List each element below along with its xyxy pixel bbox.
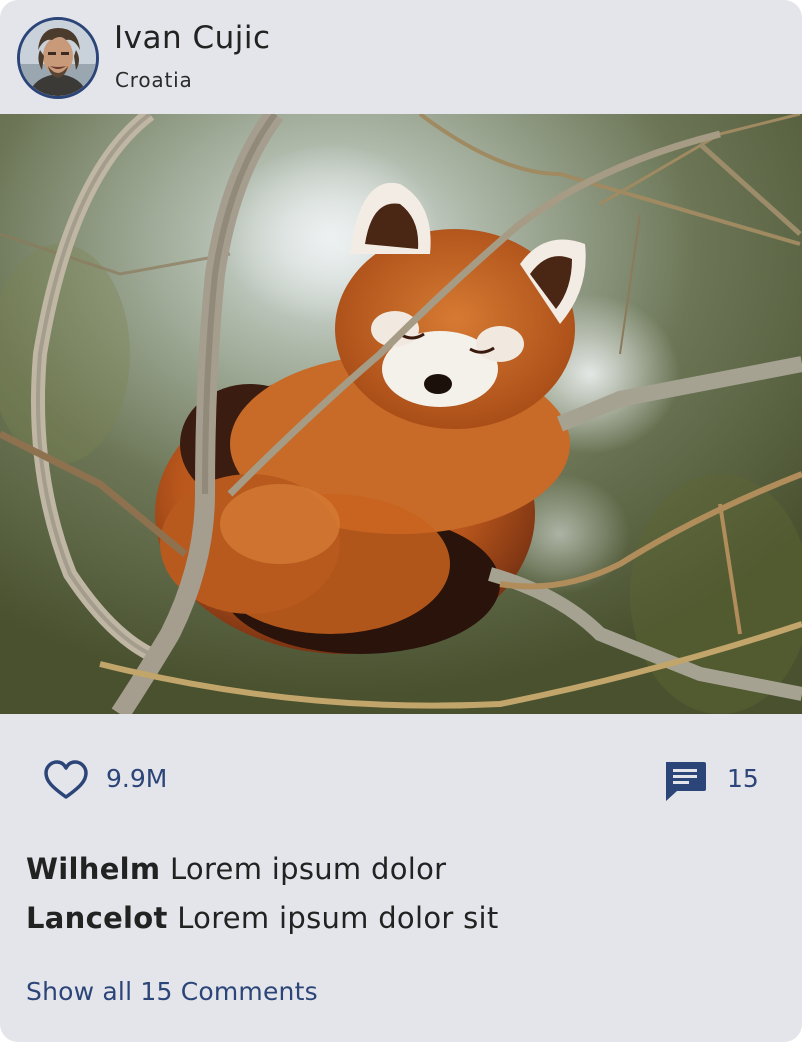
heart-icon — [44, 760, 88, 799]
red-panda-photo — [0, 108, 802, 720]
post-image[interactable] — [0, 108, 802, 720]
comment-item: Wilhelm Lorem ipsum dolor — [26, 852, 446, 886]
show-all-comments-link[interactable]: Show all 15 Comments — [26, 977, 318, 1006]
comment-text: Lorem ipsum dolor sit — [177, 901, 499, 935]
comment-count: 15 — [727, 764, 759, 793]
comment-text: Lorem ipsum dolor — [169, 852, 447, 886]
avatar-image — [20, 20, 96, 96]
like-count: 9.9M — [106, 764, 168, 793]
comment-button[interactable] — [661, 759, 709, 803]
like-button[interactable] — [42, 759, 90, 803]
comment-user[interactable]: Wilhelm — [26, 852, 160, 886]
author-name[interactable]: Ivan Cujic — [114, 20, 271, 56]
author-location: Croatia — [115, 68, 193, 92]
post-card: Ivan Cujic Croatia 9.9M 15 Wilhelm Lorem… — [0, 0, 802, 1042]
comment-icon — [666, 762, 706, 801]
comment-user[interactable]: Lancelot — [26, 901, 168, 935]
post-header: Ivan Cujic Croatia — [0, 0, 802, 114]
author-avatar[interactable] — [17, 17, 99, 99]
comment-item: Lancelot Lorem ipsum dolor sit — [26, 901, 499, 935]
